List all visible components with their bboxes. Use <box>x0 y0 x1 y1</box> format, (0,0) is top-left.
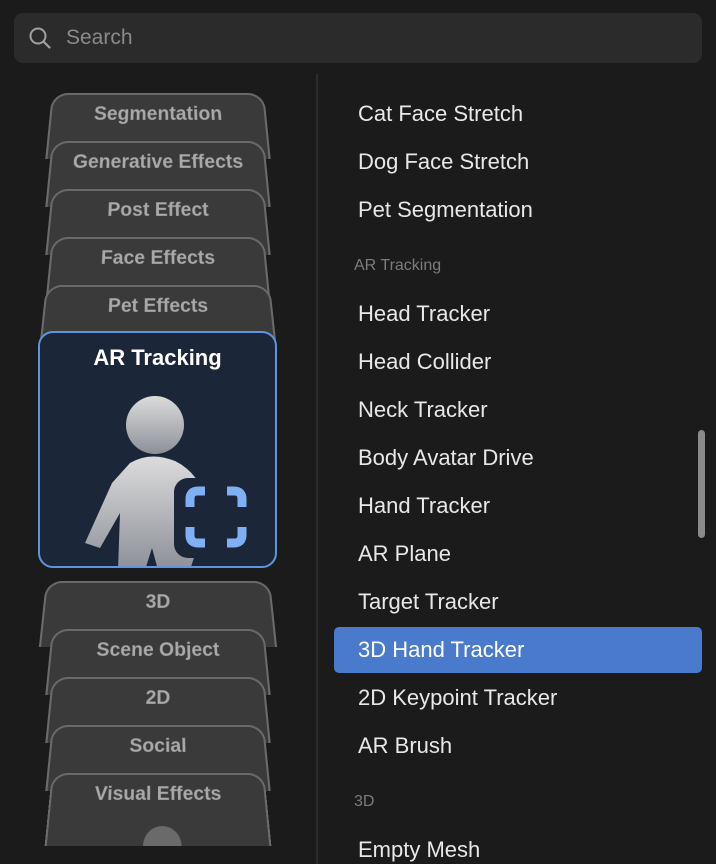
tab-label: Social <box>129 735 187 758</box>
search-icon <box>29 27 51 49</box>
list-item[interactable]: Empty Mesh <box>334 827 702 864</box>
asset-browser-panel: Segmentation Generative Effects Post Eff… <box>0 0 716 864</box>
list-item[interactable]: Head Tracker <box>334 291 702 337</box>
category-tab-ar-tracking-selected[interactable]: AR Tracking <box>38 331 277 568</box>
tab-label: Generative Effects <box>72 151 244 174</box>
tab-label: Post Effect <box>106 199 210 222</box>
section-header-ar-tracking: AR Tracking <box>354 257 442 274</box>
tab-label: 3D <box>145 591 171 614</box>
section-header-3d: 3D <box>354 793 375 810</box>
list-item[interactable]: Neck Tracker <box>334 387 702 433</box>
tab-label: Segmentation <box>93 103 223 126</box>
tab-label: Face Effects <box>100 247 216 270</box>
list-item[interactable]: Cat Face Stretch <box>334 91 702 137</box>
list-scrollbar[interactable] <box>698 430 705 538</box>
category-title: AR Tracking <box>93 345 222 370</box>
list-item[interactable]: Head Collider <box>334 339 702 385</box>
asset-list: Cat Face Stretch Dog Face Stretch Pet Se… <box>318 74 716 864</box>
tab-label: Pet Effects <box>107 295 209 318</box>
category-tab-visual-effects[interactable]: Visual Effects <box>42 773 274 846</box>
list-item[interactable]: AR Plane <box>334 531 702 577</box>
search-input[interactable] <box>66 26 666 50</box>
list-item[interactable]: Target Tracker <box>334 579 702 625</box>
sphere-preview-icon <box>142 826 182 846</box>
list-item[interactable]: 2D Keypoint Tracker <box>334 675 702 721</box>
list-item[interactable]: Dog Face Stretch <box>334 139 702 185</box>
search-bar[interactable] <box>14 13 702 63</box>
list-item[interactable]: Body Avatar Drive <box>334 435 702 481</box>
list-item[interactable]: AR Brush <box>334 723 702 769</box>
list-item-cutoff <box>334 74 702 90</box>
tab-label: Visual Effects <box>93 783 223 806</box>
list-item[interactable]: Pet Segmentation <box>334 187 702 233</box>
tab-label: Scene Object <box>95 639 221 662</box>
category-carousel: Segmentation Generative Effects Post Eff… <box>0 74 316 846</box>
list-item[interactable]: Hand Tracker <box>334 483 702 529</box>
list-item-selected[interactable]: 3D Hand Tracker <box>334 627 702 673</box>
tab-label: 2D <box>145 687 171 710</box>
